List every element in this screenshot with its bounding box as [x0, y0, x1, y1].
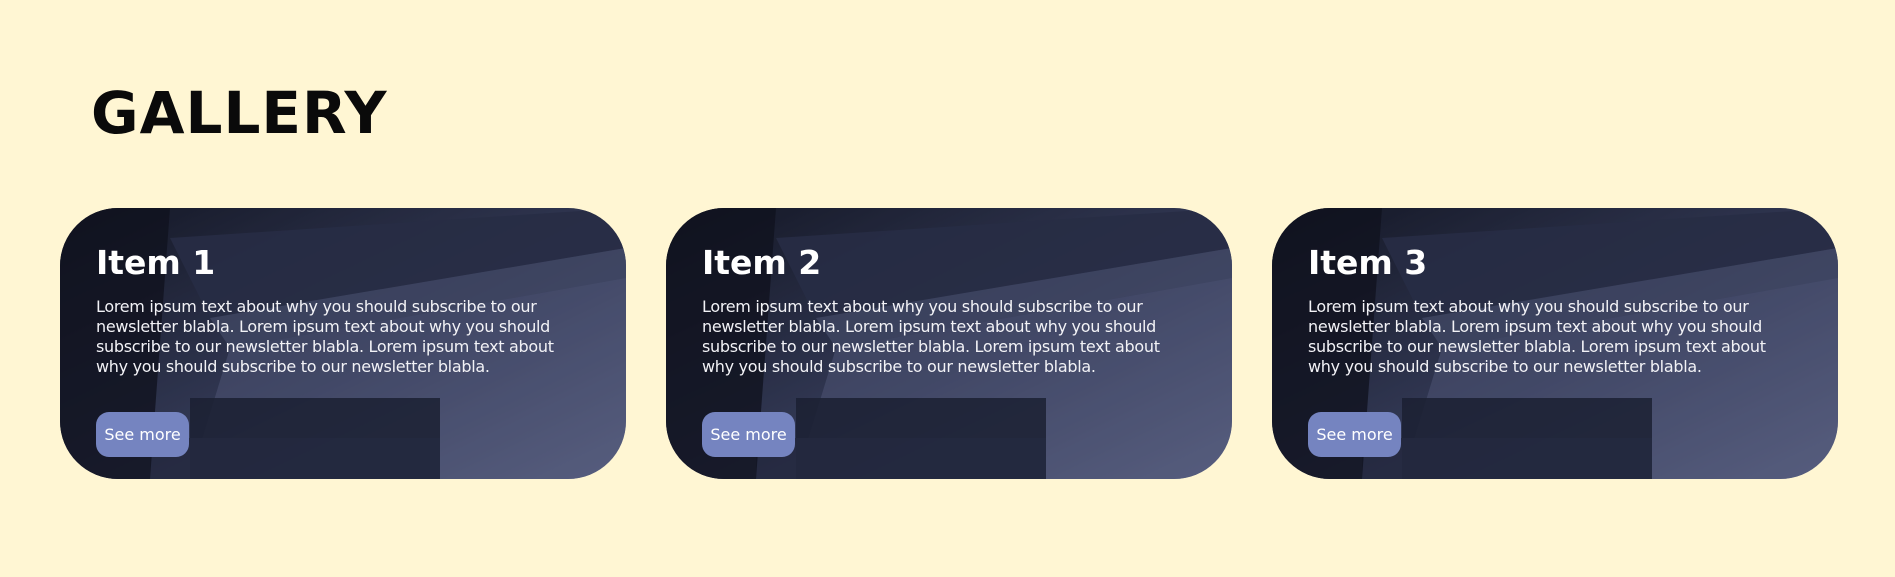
gallery-card: Item 3 Lorem ipsum text about why you sh…: [1272, 208, 1838, 479]
see-more-button[interactable]: See more: [1308, 412, 1401, 457]
card-content: Item 1 Lorem ipsum text about why you sh…: [96, 246, 574, 377]
gallery-card: Item 1 Lorem ipsum text about why you sh…: [60, 208, 626, 479]
card-description: Lorem ipsum text about why you should su…: [96, 297, 554, 376]
gallery-card: Item 2 Lorem ipsum text about why you sh…: [666, 208, 1232, 479]
card-title: Item 1: [96, 243, 216, 282]
gallery-cards: Item 1 Lorem ipsum text about why you sh…: [60, 208, 1838, 479]
card-description: Lorem ipsum text about why you should su…: [702, 297, 1160, 376]
gallery-page: GALLERY Item 1 Lorem ipsum text about wh…: [0, 0, 1895, 577]
card-title: Item 3: [1308, 243, 1428, 282]
card-description: Lorem ipsum text about why you should su…: [1308, 297, 1766, 376]
see-more-button[interactable]: See more: [702, 412, 795, 457]
card-content: Item 2 Lorem ipsum text about why you sh…: [702, 246, 1180, 377]
card-content: Item 3 Lorem ipsum text about why you sh…: [1308, 246, 1786, 377]
see-more-button[interactable]: See more: [96, 412, 189, 457]
page-title: GALLERY: [91, 79, 388, 147]
card-title: Item 2: [702, 243, 822, 282]
